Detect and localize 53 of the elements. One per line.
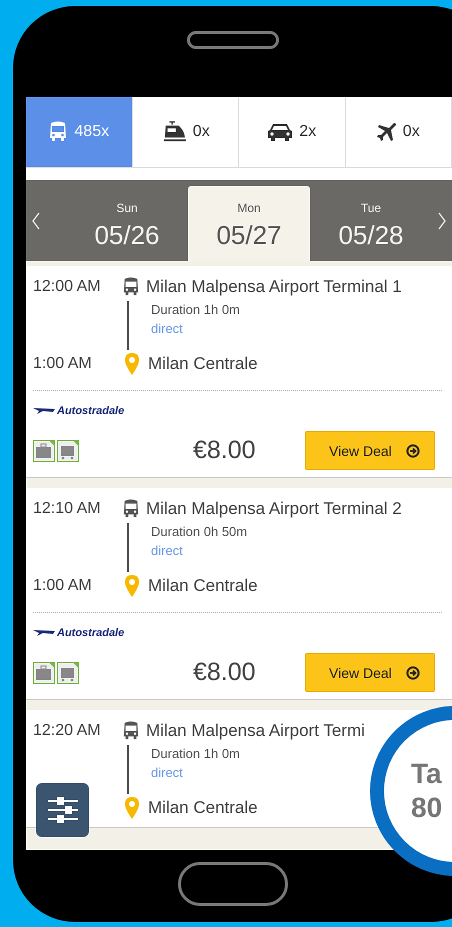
departure-station: Milan Malpensa Airport Terminal 2: [146, 499, 402, 519]
bus-icon: [122, 499, 140, 519]
location-pin-icon: [124, 574, 140, 598]
route-type: direct: [151, 543, 184, 558]
date-tab[interactable]: Tue 05/28: [310, 186, 432, 261]
plane-icon: [376, 121, 397, 143]
route-type: direct: [151, 765, 184, 780]
badge-text: Ta: [411, 760, 443, 788]
luggage-icon: [33, 662, 55, 684]
trip-duration: Duration 1h 0m: [151, 746, 240, 761]
bus-icon: [122, 721, 140, 741]
view-deal-button[interactable]: View Deal: [305, 653, 435, 692]
location-pin-icon: [124, 352, 140, 376]
wing-logo-icon: [33, 629, 55, 637]
arrival-time: 1:00 AM: [33, 355, 93, 373]
transport-tab[interactable]: 0x: [346, 97, 452, 167]
operator-logo: Autostradale: [57, 405, 124, 417]
trolley-icon: [57, 440, 79, 462]
trip-price: €8.00: [193, 658, 257, 687]
wing-logo-icon: [33, 407, 55, 415]
departure-station: Milan Malpensa Airport Termi: [146, 721, 365, 741]
operator-logo: Autostradale: [57, 627, 124, 639]
filter-sliders-icon: [46, 797, 78, 823]
date-tab[interactable]: Mon 05/27: [188, 186, 310, 261]
transport-tab[interactable]: 0x: [132, 97, 239, 167]
arrival-station: Milan Centrale: [148, 576, 258, 596]
trip-duration: Duration 0h 50m: [151, 524, 248, 539]
trip-duration: Duration 1h 0m: [151, 302, 240, 317]
arrow-circle-icon: [406, 666, 420, 680]
location-pin-icon: [124, 796, 140, 820]
arrival-station: Milan Centrale: [148, 354, 258, 374]
trolley-icon: [57, 662, 79, 684]
badge-text: 80: [411, 794, 444, 822]
route-type: direct: [151, 321, 184, 336]
departure-time: 12:00 AM: [33, 278, 102, 296]
departure-time: 12:20 AM: [33, 722, 102, 740]
departure-time: 12:10 AM: [33, 500, 102, 518]
departure-station: Milan Malpensa Airport Terminal 1: [146, 277, 402, 297]
arrival-station: Milan Centrale: [148, 798, 258, 818]
filter-button[interactable]: [36, 783, 89, 837]
trip-price: €8.00: [193, 436, 257, 465]
transport-tab[interactable]: 2x: [239, 97, 346, 167]
home-button[interactable]: [178, 862, 288, 906]
trip-card[interactable]: 12:10 AM Milan Malpensa Airport Terminal 2 Duration 0h 50m direct 1:00 AM Milan Centrale Autostradale €8.00 View Deal: [26, 488, 452, 700]
car-icon: [267, 121, 294, 143]
trip-card[interactable]: 12:00 AM Milan Malpensa Airport Terminal 1 Duration 1h 0m direct 1:00 AM Milan Centrale Autostradale €8.00 View Deal: [26, 266, 452, 478]
view-deal-button[interactable]: View Deal: [305, 431, 435, 470]
bus-icon: [48, 121, 68, 143]
arrow-circle-icon: [406, 444, 420, 458]
arrival-time: 1:00 AM: [33, 577, 93, 595]
bus-icon: [122, 277, 140, 297]
date-tab[interactable]: Sun 05/26: [66, 186, 188, 261]
luggage-icon: [33, 440, 55, 462]
